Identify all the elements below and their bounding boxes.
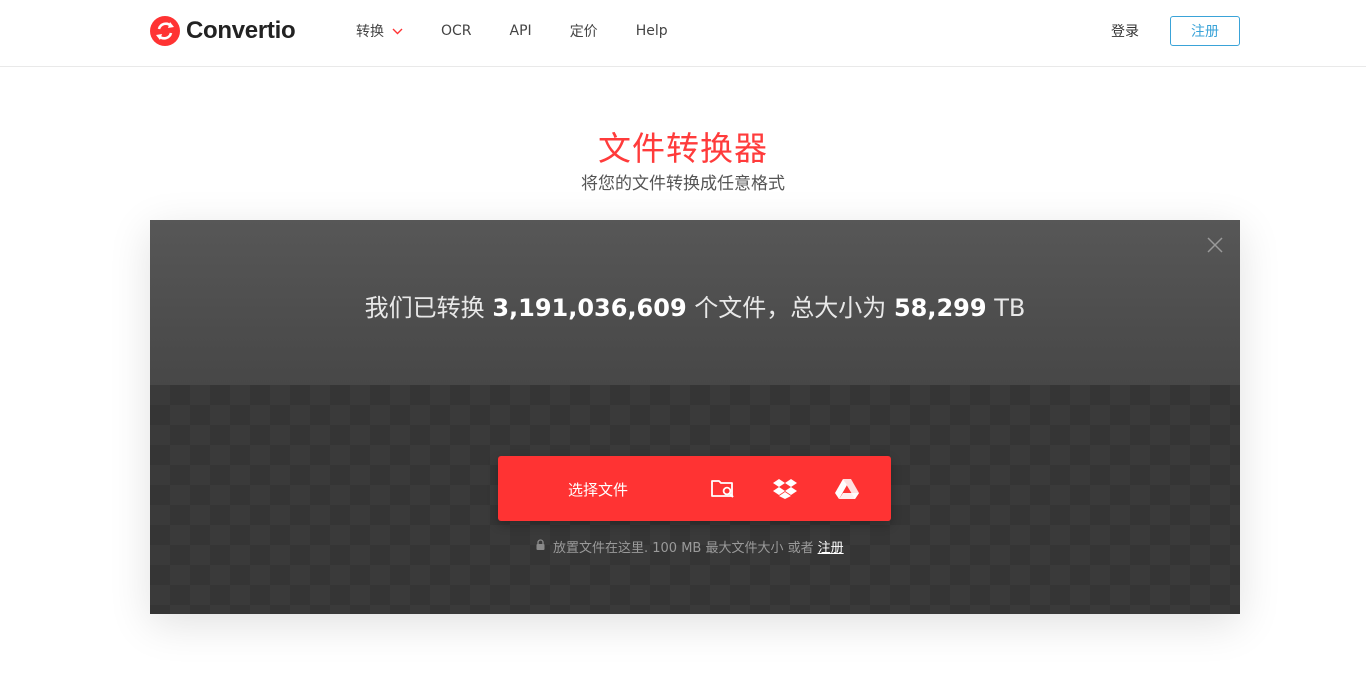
signup-link[interactable]: 注册 xyxy=(818,537,844,556)
nav-item-convert[interactable]: 转换 xyxy=(356,21,403,41)
conversion-stats: 我们已转换 3,191,036,609 个文件，总大小为 58,299 TB xyxy=(150,288,1240,323)
logo[interactable]: Convertio xyxy=(150,15,296,47)
lock-icon xyxy=(536,539,545,554)
nav-item-label: 转换 xyxy=(356,24,384,40)
total-size: 58,299 xyxy=(893,294,987,322)
convertio-logo-icon xyxy=(150,16,180,46)
signup-button[interactable]: 注册 xyxy=(1170,16,1240,46)
upload-note-text: 放置文件在这里. 100 MB 最大文件大小 或者 xyxy=(553,541,814,556)
stats-middle: 个文件，总大小为 xyxy=(694,294,887,322)
site-header: Convertio 转换 OCR API 定价 Help 登录 注册 xyxy=(0,0,1366,67)
upload-note: 放置文件在这里. 100 MB 最大文件大小 或者 注册 xyxy=(536,537,844,556)
upload-panel: 我们已转换 3,191,036,609 个文件，总大小为 58,299 TB 选… xyxy=(150,220,1240,614)
nav-item-api[interactable]: API xyxy=(510,23,532,39)
login-link[interactable]: 登录 xyxy=(1111,21,1139,41)
nav-item-ocr[interactable]: OCR xyxy=(441,23,472,39)
size-unit: TB xyxy=(994,294,1026,322)
stats-prefix: 我们已转换 xyxy=(364,294,485,322)
upload-bar: 选择文件 xyxy=(498,456,891,521)
google-drive-icon[interactable] xyxy=(833,475,861,503)
page-subtitle: 将您的文件转换成任意格式 xyxy=(581,174,785,194)
close-icon[interactable] xyxy=(1206,236,1224,254)
brand-name: Convertio xyxy=(186,17,296,44)
main-nav: 转换 OCR API 定价 Help xyxy=(356,0,706,62)
dropbox-icon[interactable] xyxy=(771,475,799,503)
page-title: 文件转换器 xyxy=(598,129,768,168)
chevron-down-icon xyxy=(392,23,403,39)
folder-search-icon[interactable] xyxy=(709,475,737,503)
nav-item-help[interactable]: Help xyxy=(636,23,668,39)
choose-files-button[interactable]: 选择文件 xyxy=(568,479,628,500)
files-count: 3,191,036,609 xyxy=(492,294,687,322)
stats-banner: 我们已转换 3,191,036,609 个文件，总大小为 58,299 TB xyxy=(150,220,1240,385)
nav-item-pricing[interactable]: 定价 xyxy=(570,21,598,41)
